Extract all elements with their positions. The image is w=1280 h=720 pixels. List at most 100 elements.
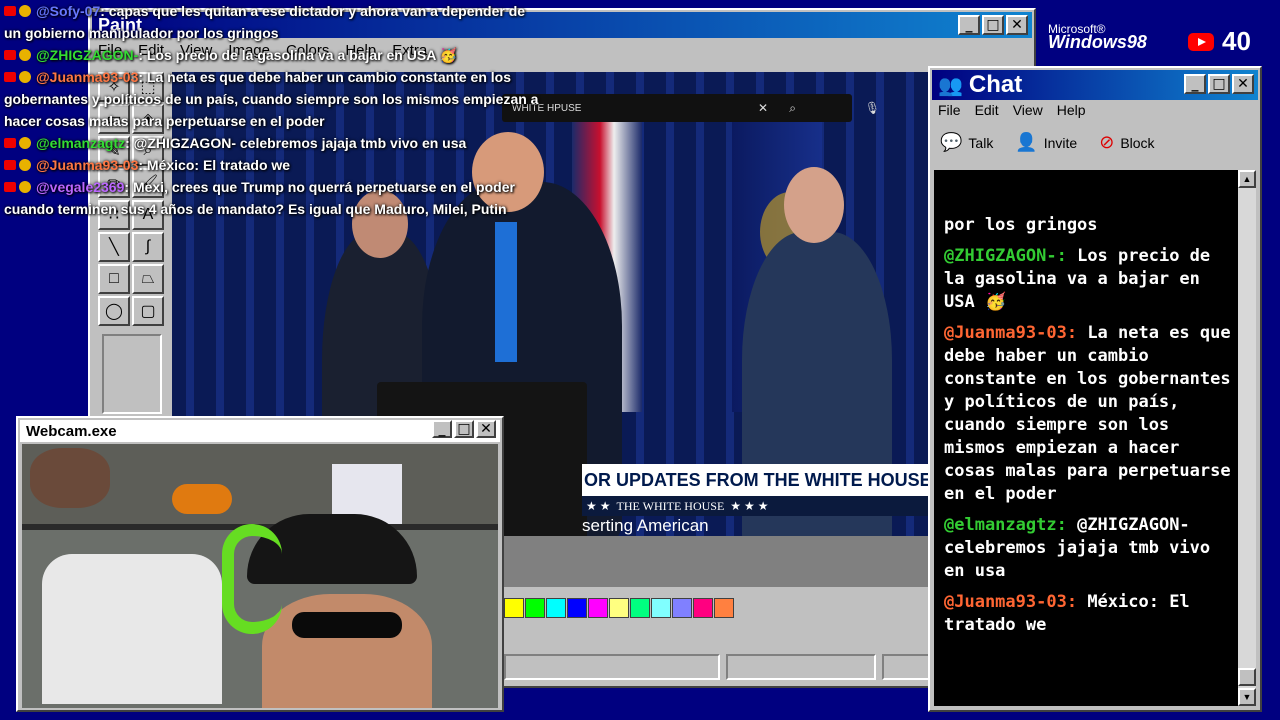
invite-label: Invite: [1043, 135, 1078, 151]
chat-scrollbar[interactable]: ▲ ▼: [1238, 170, 1256, 706]
overlay-chat: @Sofy-07: capas que les quitan a ese dic…: [4, 0, 544, 220]
video-caption: serting American: [582, 516, 709, 535]
scroll-down-icon[interactable]: ▼: [1238, 688, 1256, 706]
maximize-button[interactable]: □: [982, 15, 1004, 35]
webcam-title: Webcam.exe: [26, 422, 117, 440]
overlay-username: @Juanma93-03: [36, 69, 139, 85]
youtube-badge-icon: [4, 50, 16, 60]
rectangle-icon[interactable]: □: [98, 264, 130, 294]
chat-message: @elmanzagtz: @ZHIGZAGON- celebremos jaja…: [944, 514, 1232, 583]
member-badge-icon: [19, 159, 31, 171]
invite-button[interactable]: 👤 Invite: [1015, 132, 1077, 153]
color-swatch[interactable]: [588, 598, 608, 618]
webcam-titlebar[interactable]: Webcam.exe _ □ ✕: [20, 420, 500, 442]
chat-close-button[interactable]: ✕: [1232, 74, 1254, 94]
webcam-window: Webcam.exe _ □ ✕: [16, 416, 504, 712]
stars-icon: ★ ★: [586, 498, 611, 513]
overlay-username: @Sofy-07: [36, 3, 101, 19]
green-headphones: [222, 524, 282, 634]
overlay-message: @Juanma93-03: México: El tratado we: [4, 154, 544, 176]
talk-icon: 💬: [940, 132, 963, 152]
color-swatch[interactable]: [504, 598, 524, 618]
video-search-bar[interactable]: WHITE HPUSE ✕ ⌕ 🎙: [502, 94, 880, 122]
block-button[interactable]: ⊘ Block: [1099, 132, 1154, 153]
webcam-close-button[interactable]: ✕: [476, 420, 496, 438]
chat-maximize-button[interactable]: □: [1208, 74, 1230, 94]
clear-icon[interactable]: ✕: [758, 101, 768, 115]
overlay-text: : México: El tratado we: [138, 157, 291, 173]
youtube-badge-icon: [4, 72, 16, 82]
talk-button[interactable]: 💬 Talk: [940, 132, 993, 153]
webcam-maximize-button[interactable]: □: [454, 420, 474, 438]
search-icon[interactable]: ⌕: [789, 101, 796, 116]
color-swatch[interactable]: [567, 598, 587, 618]
chair-back: [42, 554, 222, 704]
chat-message: @Juanma93-03: La neta es que debe haber …: [944, 322, 1232, 506]
blue-tie: [495, 222, 517, 362]
scroll-thumb[interactable]: [1238, 668, 1256, 686]
member-badge-icon: [19, 181, 31, 193]
color-palette: [504, 598, 734, 618]
overlay-message: @elmanzagtz: @ZHIGZAGON- celebremos jaja…: [4, 132, 544, 154]
overlay-text: : Los precio de la gasolina va a bajar e…: [138, 47, 458, 63]
color-swatch[interactable]: [630, 598, 650, 618]
color-swatch[interactable]: [525, 598, 545, 618]
curve-icon[interactable]: ∫: [132, 232, 164, 262]
network-name: THE WHITE HOUSE: [616, 498, 725, 513]
webcam-minimize-button[interactable]: _: [432, 420, 452, 438]
overlay-message: @Sofy-07: capas que les quitan a ese dic…: [4, 0, 544, 44]
chat-log: por los gringos @ZHIGZAGON-: Los precio d…: [934, 170, 1240, 706]
lower-third-network: ★ ★ THE WHITE HOUSE ★ ★ ★: [582, 496, 982, 516]
minimize-button[interactable]: _: [958, 15, 980, 35]
scroll-up-icon[interactable]: ▲: [1238, 170, 1256, 188]
line-icon[interactable]: ╲: [98, 232, 130, 262]
chat-minimize-button[interactable]: _: [1184, 74, 1206, 94]
color-swatch[interactable]: [672, 598, 692, 618]
youtube-badge-icon: [4, 6, 16, 16]
microphone-icon[interactable]: 🎙: [865, 101, 880, 115]
chat-text: por los gringos: [944, 215, 1098, 235]
chat-menu-view[interactable]: View: [1013, 102, 1043, 118]
overlay-message: @Juanma93-03: La neta es que debe haber …: [4, 66, 544, 132]
color-swatch[interactable]: [651, 598, 671, 618]
youtube-icon: [1188, 32, 1214, 51]
chat-menubar: File Edit View Help: [938, 102, 1086, 118]
invite-icon: 👤: [1015, 132, 1038, 152]
chat-username: @Juanma93-03:: [944, 592, 1078, 612]
color-swatch[interactable]: [693, 598, 713, 618]
color-swatch[interactable]: [609, 598, 629, 618]
chat-menu-help[interactable]: Help: [1057, 102, 1086, 118]
ellipse-icon[interactable]: ◯: [98, 296, 130, 326]
color-swatch[interactable]: [714, 598, 734, 618]
overlay-message: @vegale2369: Mexi, crees que Trump no qu…: [4, 176, 544, 220]
talk-label: Talk: [968, 135, 994, 151]
chat-users-icon: 👥: [938, 74, 963, 97]
chat-titlebar[interactable]: 👥 Chat _ □ ✕: [932, 70, 1258, 100]
overlay-username: @Juanma93-03: [36, 157, 139, 173]
youtube-badge-icon: [4, 182, 16, 192]
chat-window: 👥 Chat _ □ ✕ File Edit View Help 💬 Talk 👤…: [928, 66, 1262, 712]
chat-text: La neta es que debe haber un cambio cons…: [944, 323, 1231, 504]
overlay-message: @ZHIGZAGON-: Los precio de la gasolina v…: [4, 44, 544, 66]
chat-title: Chat: [968, 71, 1023, 98]
webcam-feed: [22, 444, 498, 708]
youtube-badge-icon: [4, 138, 16, 148]
youtube-badge-icon: [4, 160, 16, 170]
chat-message: @ZHIGZAGON-: Los precio de la gasolina v…: [944, 245, 1232, 314]
overlay-username: @vegale2369: [36, 179, 125, 195]
close-button[interactable]: ✕: [1006, 15, 1028, 35]
chat-menu-file[interactable]: File: [938, 102, 961, 118]
color-swatch[interactable]: [546, 598, 566, 618]
marigold-flowers: [172, 484, 232, 514]
sunglasses: [292, 612, 402, 638]
logo-line2: Windows98: [1048, 32, 1147, 52]
chat-menu-edit[interactable]: Edit: [975, 102, 999, 118]
tool-options[interactable]: [102, 334, 162, 414]
chat-username: @elmanzagtz:: [944, 515, 1067, 535]
member-badge-icon: [19, 49, 31, 61]
viewer-count: 40: [1222, 26, 1251, 56]
stars-icon: ★ ★ ★: [730, 498, 769, 513]
member-badge-icon: [19, 137, 31, 149]
polygon-icon[interactable]: ⏢: [132, 264, 164, 294]
rounded-rect-icon[interactable]: ▢: [132, 296, 164, 326]
